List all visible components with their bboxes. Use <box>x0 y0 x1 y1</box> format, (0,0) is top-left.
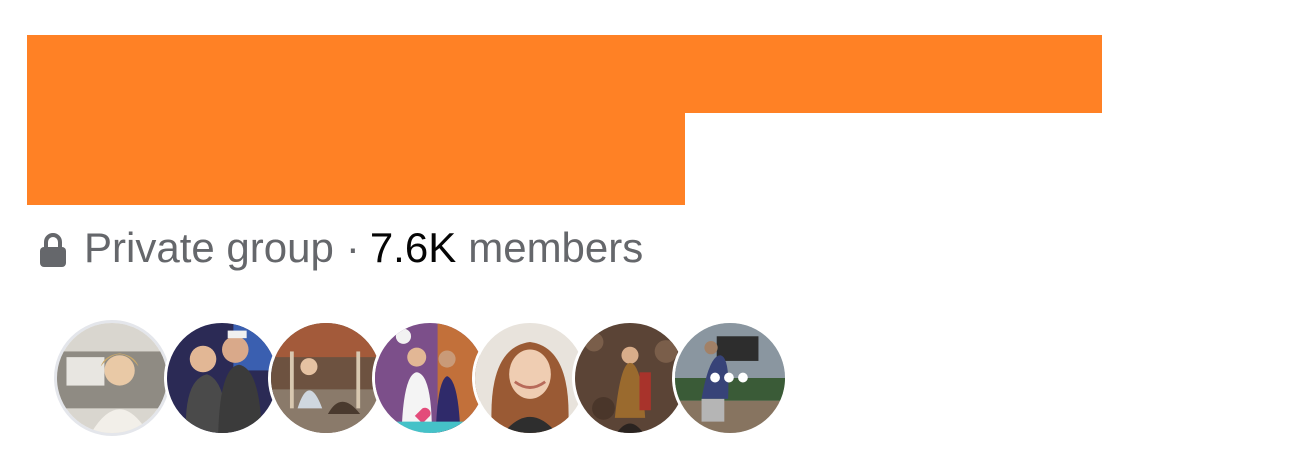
lock-icon <box>38 230 68 267</box>
member-count[interactable]: 7.6K <box>370 224 456 272</box>
redacted-group-name-line-2 <box>27 112 685 205</box>
more-dots-icon: ••• <box>709 359 751 397</box>
privacy-label: Private group <box>84 224 334 271</box>
member-avatar[interactable] <box>54 320 170 436</box>
member-avatar-more[interactable]: ••• <box>672 320 788 436</box>
member-avatar[interactable] <box>472 320 588 436</box>
member-avatar[interactable] <box>164 320 280 436</box>
member-avatar[interactable] <box>268 320 384 436</box>
members-label[interactable]: members <box>468 224 643 272</box>
group-meta: Private group · 7.6K members <box>38 222 643 274</box>
member-avatars[interactable]: ••• <box>54 320 794 440</box>
member-avatar[interactable] <box>572 320 688 436</box>
redacted-group-name <box>27 35 1102 113</box>
meta-separator: · <box>345 224 360 271</box>
member-avatar[interactable] <box>372 320 488 436</box>
